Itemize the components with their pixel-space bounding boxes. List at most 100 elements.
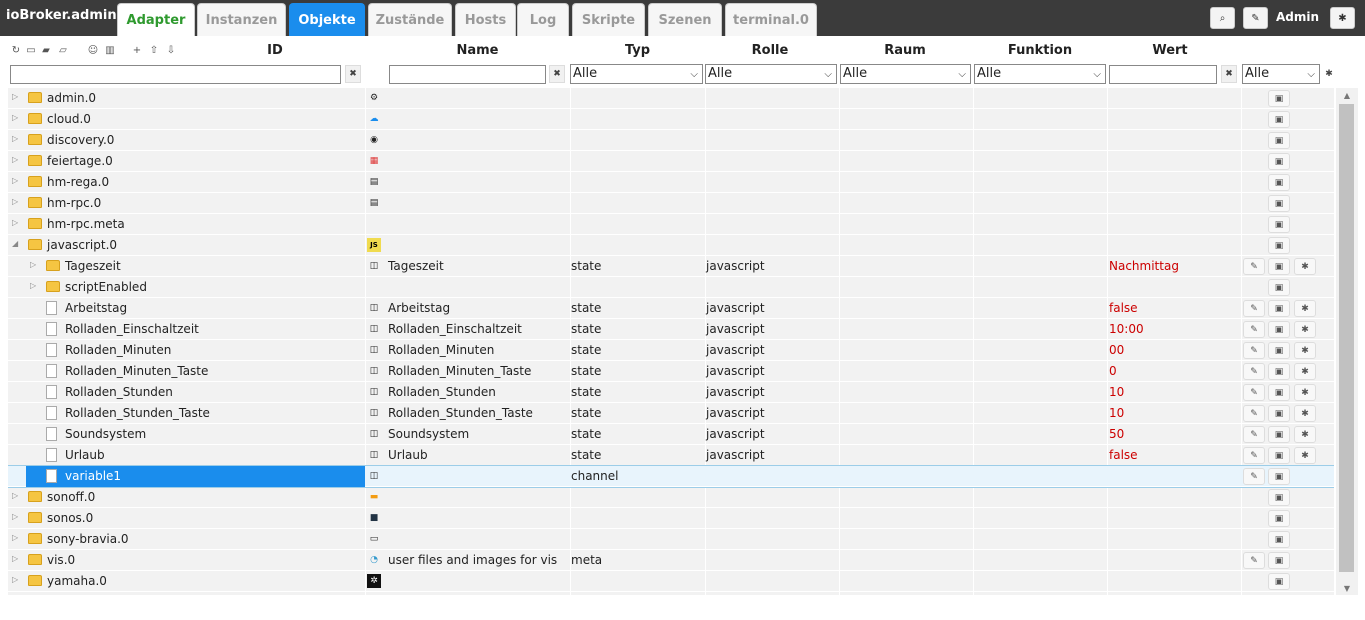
book-icon[interactable]: ▥ [104, 44, 116, 56]
room-filter-select[interactable]: Alle ⌵ [840, 64, 971, 84]
column-header-raum[interactable]: Raum [870, 43, 940, 58]
delete-icon[interactable]: ▣ [1268, 489, 1290, 506]
name-filter-input[interactable] [389, 65, 546, 84]
object-id[interactable]: Tageszeit [65, 259, 121, 273]
delete-icon[interactable]: ▣ [1268, 405, 1290, 422]
object-id[interactable]: sonos.0 [47, 511, 93, 525]
scroll-up-icon[interactable]: ▲ [1336, 88, 1358, 102]
table-row[interactable]: ▷ vis.0 ◔ user files and images for vis meta… [8, 550, 1334, 571]
search-icon[interactable]: ⌕ [1210, 7, 1235, 29]
object-id[interactable]: Rolladen_Stunden [65, 385, 173, 399]
scroll-down-icon[interactable]: ▼ [1336, 581, 1358, 595]
clear-value-filter-icon[interactable]: ✖ [1221, 65, 1237, 83]
object-id[interactable]: scriptEnabled [65, 280, 147, 294]
edit-icon[interactable]: ✎ [1243, 321, 1265, 338]
settings-icon[interactable]: ✱ [1294, 342, 1316, 359]
expand-icon[interactable]: ▷ [12, 176, 18, 185]
gear-icon[interactable]: ✱ [1330, 7, 1355, 29]
column-header-funktion[interactable]: Funktion [995, 43, 1085, 58]
edit-icon[interactable]: ✎ [1243, 468, 1265, 485]
delete-icon[interactable]: ▣ [1268, 216, 1290, 233]
expand-icon[interactable]: ▷ [12, 491, 18, 500]
table-row[interactable]: ▷ cloud.0 ☁ ▣ [8, 109, 1334, 130]
delete-icon[interactable]: ▣ [1268, 321, 1290, 338]
expand-icon[interactable]: ▷ [12, 533, 18, 542]
expand-icon[interactable]: ▷ [12, 512, 18, 521]
tab-szenen[interactable]: Szenen [648, 3, 722, 36]
value-filter-input[interactable] [1109, 65, 1217, 84]
download-icon[interactable]: ⇩ [165, 44, 177, 56]
object-id[interactable]: admin.0 [47, 91, 96, 105]
column-header-typ[interactable]: Typ [600, 43, 675, 58]
type-filter-select[interactable]: Alle ⌵ [570, 64, 703, 84]
table-row[interactable]: Rolladen_Minuten ◫ Rolladen_Minuten state ja… [8, 340, 1334, 361]
edit-icon[interactable]: ✎ [1243, 363, 1265, 380]
table-row[interactable]: Rolladen_Stunden ◫ Rolladen_Stunden state ja… [8, 382, 1334, 403]
object-id[interactable]: feiertage.0 [47, 154, 113, 168]
edit-icon[interactable]: ✎ [1243, 300, 1265, 317]
settings-icon[interactable]: ✱ [1294, 405, 1316, 422]
tab-hosts[interactable]: Hosts [455, 3, 516, 36]
delete-icon[interactable]: ▣ [1268, 447, 1290, 464]
object-id[interactable]: hm-rpc.0 [47, 196, 101, 210]
table-row[interactable]: ▷ hm-rpc.0 ▤ ▣ [8, 193, 1334, 214]
edit-icon[interactable]: ✎ [1243, 405, 1265, 422]
column-header-id[interactable]: ID [240, 43, 310, 58]
delete-icon[interactable]: ▣ [1268, 300, 1290, 317]
table-row[interactable]: variable1 ◫ channel ✎ ▣ [8, 465, 1334, 488]
object-id[interactable]: discovery.0 [47, 133, 114, 147]
object-id[interactable]: sony-bravia.0 [47, 532, 129, 546]
upload-icon[interactable]: ⇧ [148, 44, 160, 56]
expand-icon[interactable]: ▷ [12, 113, 18, 122]
table-row[interactable]: ▷ sonos.0 ■ ▣ [8, 508, 1334, 529]
column-header-rolle[interactable]: Rolle [730, 43, 810, 58]
edit-icon[interactable]: ✎ [1243, 426, 1265, 443]
tab-skripte[interactable]: Skripte [572, 3, 645, 36]
delete-icon[interactable]: ▣ [1268, 384, 1290, 401]
expand-icon[interactable]: ▷ [12, 575, 18, 584]
role-filter-select[interactable]: Alle ⌵ [705, 64, 837, 84]
settings-icon[interactable]: ✱ [1294, 447, 1316, 464]
delete-icon[interactable]: ▣ [1268, 510, 1290, 527]
expand-icon[interactable]: ▷ [30, 260, 36, 269]
edit-icon[interactable]: ✎ [1243, 384, 1265, 401]
table-row[interactable]: Soundsystem ◫ Soundsystem state javascript 50… [8, 424, 1334, 445]
object-id[interactable]: Arbeitstag [65, 301, 127, 315]
table-row[interactable]: Arbeitstag ◫ Arbeitstag state javascript fals… [8, 298, 1334, 319]
object-id[interactable]: sonoff.0 [47, 490, 95, 504]
object-id[interactable]: javascript.0 [47, 238, 117, 252]
table-row[interactable]: ▷ discovery.0 ◉ ▣ [8, 130, 1334, 151]
delete-icon[interactable]: ▣ [1268, 195, 1290, 212]
object-id[interactable]: Rolladen_Stunden_Taste [65, 406, 210, 420]
settings-icon[interactable]: ✱ [1294, 258, 1316, 275]
table-row[interactable]: ▷ yamaha.0 ✲ ▣ [8, 571, 1334, 592]
delete-icon[interactable]: ▣ [1268, 258, 1290, 275]
delete-icon[interactable]: ▣ [1268, 363, 1290, 380]
tab-objekte[interactable]: Objekte [289, 3, 365, 36]
object-id[interactable]: Rolladen_Minuten_Taste [65, 364, 208, 378]
object-id[interactable]: cloud.0 [47, 112, 91, 126]
expand-icon[interactable]: ▷ [12, 92, 18, 101]
delete-icon[interactable]: ▣ [1268, 342, 1290, 359]
expand-icon[interactable]: ▷ [12, 134, 18, 143]
expand-icon[interactable]: ▷ [12, 554, 18, 563]
object-id[interactable]: Soundsystem [65, 427, 146, 441]
tab-zustaende[interactable]: Zustände [368, 3, 452, 36]
table-row[interactable]: Rolladen_Stunden_Taste ◫ Rolladen_Stunden_… [8, 403, 1334, 424]
settings-icon[interactable]: ✱ [1294, 363, 1316, 380]
delete-icon[interactable]: ▣ [1268, 426, 1290, 443]
table-row[interactable]: ▷ sonoff.0 ▬ ▣ [8, 487, 1334, 508]
vertical-scrollbar[interactable]: ▲ ▼ [1336, 88, 1358, 595]
tab-adapter[interactable]: Adapter [117, 3, 195, 36]
edit-icon[interactable]: ✎ [1243, 552, 1265, 569]
table-row[interactable]: ▷ scriptEnabled ▣ [8, 277, 1334, 298]
edit-icon[interactable]: ✎ [1243, 258, 1265, 275]
settings-icon[interactable]: ✱ [1294, 384, 1316, 401]
object-id[interactable]: vis.0 [47, 553, 75, 567]
clear-id-filter-icon[interactable]: ✖ [345, 65, 361, 83]
object-id[interactable]: variable1 [65, 469, 121, 483]
table-row[interactable]: ▷ hm-rpc.meta ▣ [8, 214, 1334, 235]
scroll-thumb[interactable] [1339, 104, 1354, 572]
delete-icon[interactable]: ▣ [1268, 153, 1290, 170]
table-row[interactable]: ▷ Tageszeit ◫ Tageszeit state javascript Nachm… [8, 256, 1334, 277]
